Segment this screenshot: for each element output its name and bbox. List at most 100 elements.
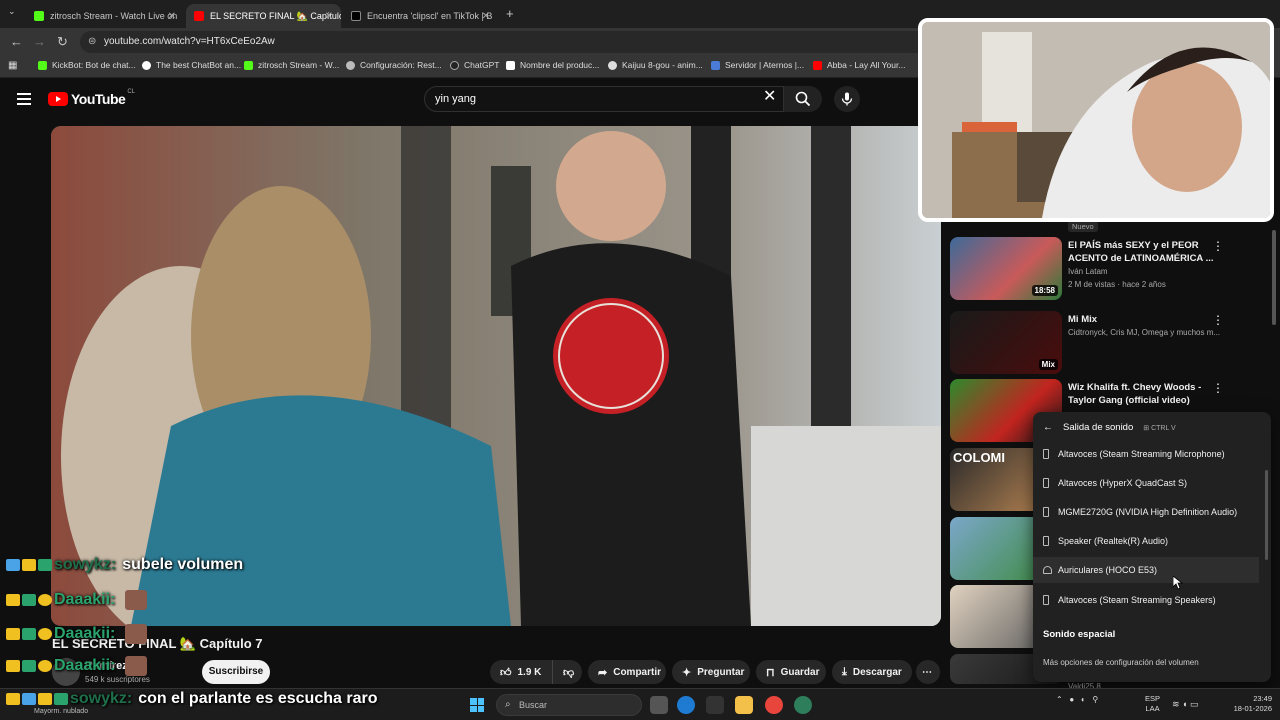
more-vert-icon[interactable]: ⋮: [1212, 381, 1224, 395]
video-thumbnail[interactable]: Mix: [950, 311, 1062, 374]
bookmark[interactable]: zitrosch Stream - W...: [244, 60, 339, 70]
voice-search-button[interactable]: [834, 86, 860, 112]
crown-badge-icon: [6, 628, 20, 640]
audio-device-item[interactable]: Speaker (Realtek(R) Audio): [1033, 528, 1259, 554]
tab-list-icon[interactable]: ⌄: [8, 6, 16, 17]
language-indicator[interactable]: ESP LAA: [1145, 694, 1160, 714]
file-explorer-icon[interactable]: [735, 696, 753, 714]
taskbar-search-placeholder: Buscar: [519, 700, 548, 710]
new-tab-icon[interactable]: +: [506, 6, 514, 21]
sub-badge-icon: [38, 559, 52, 571]
rec-title[interactable]: El PAÍS más SEXY y el PEOR ACENTO de LAT…: [1068, 239, 1218, 265]
share-button[interactable]: ➦ Compartir: [588, 660, 666, 684]
time: 23:49: [1253, 694, 1272, 703]
video-player[interactable]: [51, 126, 941, 626]
rec-title[interactable]: Wiz Khalifa ft. Chevy Woods - Taylor Gan…: [1068, 381, 1218, 407]
search-icon: [795, 91, 811, 107]
audio-menu-title: Salida de sonido: [1063, 422, 1134, 433]
clear-search-icon[interactable]: ✕: [763, 89, 776, 105]
site-info-icon[interactable]: ⊜: [88, 31, 96, 53]
more-vert-icon[interactable]: ⋮: [1212, 239, 1224, 253]
tiktok-icon: [351, 11, 361, 21]
youtube-logo[interactable]: YouTube CL: [48, 89, 135, 107]
save-button[interactable]: ⊓ Guardar: [756, 660, 826, 684]
crown-badge-icon: [6, 594, 20, 606]
search-box[interactable]: yin yang: [424, 86, 784, 112]
recommendation-item[interactable]: Mix Mi Mix Cidtronyck, Cris MJ, Omega y …: [950, 311, 1270, 377]
clock[interactable]: 23:49 18-01-2026: [1222, 694, 1272, 714]
bookmark[interactable]: ChatGPT: [450, 60, 499, 70]
task-view-icon[interactable]: [650, 696, 668, 714]
audio-device-item[interactable]: Altavoces (Steam Streaming Microphone): [1033, 441, 1259, 467]
rec-title[interactable]: Mi Mix: [1068, 313, 1218, 326]
bookmark[interactable]: KickBot: Bot de chat...: [38, 60, 136, 70]
more-vert-icon[interactable]: ⋮: [1212, 313, 1224, 327]
chrome-icon[interactable]: [765, 696, 783, 714]
close-icon[interactable]: ✕: [168, 11, 176, 22]
chat-username: Daaakii:: [54, 591, 116, 608]
back-arrow-icon[interactable]: ←: [1043, 422, 1053, 433]
tab-youtube[interactable]: EL SECRETO FINAL 🏡 Capítulo ✕: [186, 4, 341, 28]
chat-emote: [125, 624, 148, 644]
scrollbar[interactable]: [1272, 230, 1276, 325]
more-actions-button[interactable]: ⋯: [916, 660, 940, 684]
rank-badge-icon: [38, 628, 52, 640]
bookmark[interactable]: Servidor | Aternos |...: [711, 60, 804, 70]
forward-icon[interactable]: →: [33, 34, 46, 49]
like-button[interactable]: 👍︎ 1.9 K: [490, 660, 552, 684]
spatial-sound-option[interactable]: Sonido espacial: [1043, 629, 1115, 640]
rec-channel[interactable]: Iván Latam: [1068, 267, 1223, 276]
recommendation-item[interactable]: 18:58 El PAÍS más SEXY y el PEOR ACENTO …: [950, 237, 1270, 303]
tab-tiktok[interactable]: Encuentra 'clipscl' en TikTok | B ✕: [343, 4, 498, 28]
taskbar-search[interactable]: ⌕ Buscar: [496, 694, 642, 716]
tab-label: EL SECRETO FINAL 🏡 Capítulo: [210, 10, 341, 21]
weather-widget[interactable]: Mayorm. nublado: [34, 708, 88, 715]
keyboard-shortcut: ⊞ CTRL V: [1143, 424, 1176, 432]
video-thumbnail[interactable]: 18:58: [950, 237, 1062, 300]
audio-device-item[interactable]: MGME2720G (NVIDIA High Definition Audio): [1033, 499, 1259, 525]
dislike-button[interactable]: 👎︎: [552, 660, 582, 684]
tab-label: Encuentra 'clipscl' en TikTok | B: [367, 11, 493, 21]
search-button[interactable]: [784, 86, 822, 112]
system-tray-icons[interactable]: ⌃ ● ◐ ⚲: [1056, 695, 1098, 704]
webcam-frame: [922, 22, 1270, 218]
start-button[interactable]: [470, 698, 484, 712]
app-icon[interactable]: [706, 696, 724, 714]
edge-icon[interactable]: [677, 696, 695, 714]
download-button[interactable]: ⤓ Descargar: [832, 660, 912, 684]
tab-kick[interactable]: zitrosch Stream - Watch Live on ✕: [26, 4, 184, 28]
headphones-icon: [1043, 566, 1052, 574]
apps-icon[interactable]: ▦: [8, 60, 17, 71]
audio-device-item[interactable]: Altavoces (HyperX QuadCast S): [1033, 470, 1259, 496]
menu-scrollbar[interactable]: [1265, 470, 1268, 560]
more-volume-settings-link[interactable]: Más opciones de configuración del volume…: [1043, 658, 1199, 667]
wifi-icon[interactable]: ≋ ◖ ▭: [1172, 699, 1198, 710]
audio-device-item-selected[interactable]: Auriculares (HOCO E53): [1033, 557, 1259, 583]
bookmark[interactable]: The best ChatBot an...: [142, 60, 241, 70]
aternos-icon: [711, 60, 720, 70]
reload-icon[interactable]: ↻: [57, 34, 68, 50]
rec-channel[interactable]: Cidtronyck, Cris MJ, Omega y muchos m...: [1068, 328, 1223, 337]
bookmark[interactable]: Abba - Lay All Your...: [813, 60, 905, 70]
speaker-icon: [1043, 536, 1049, 546]
webcam-overlay: [918, 18, 1274, 222]
logo-text: YouTube: [71, 91, 126, 107]
subscribe-button[interactable]: Suscribirse: [202, 660, 270, 684]
close-icon[interactable]: ✕: [482, 11, 490, 22]
bookmark[interactable]: Kaijuu 8-gou - anim...: [608, 60, 703, 70]
like-count: 1.9 K: [517, 666, 542, 678]
kick-icon: [34, 11, 44, 21]
audio-device-item[interactable]: Altavoces (Steam Streaming Speakers): [1033, 587, 1259, 613]
hamburger-menu-icon[interactable]: [17, 93, 31, 105]
close-icon[interactable]: ✕: [325, 11, 333, 22]
rec-stats: 2 M de vistas · hace 2 años: [1068, 280, 1166, 289]
bookmark[interactable]: Configuración: Rest...: [346, 60, 442, 70]
ask-button[interactable]: ✦ Preguntar: [672, 660, 750, 684]
app-icon[interactable]: [794, 696, 812, 714]
url-field[interactable]: ⊜ youtube.com/watch?v=HT6xCeEo2Aw: [80, 31, 930, 53]
bookmark[interactable]: Nombre del produc...: [506, 60, 599, 70]
sub-badge-icon: [22, 660, 36, 672]
chat-message: sowykz: subele volumen: [6, 556, 243, 574]
search-input[interactable]: yin yang: [435, 93, 735, 105]
back-icon[interactable]: ←: [10, 34, 23, 49]
